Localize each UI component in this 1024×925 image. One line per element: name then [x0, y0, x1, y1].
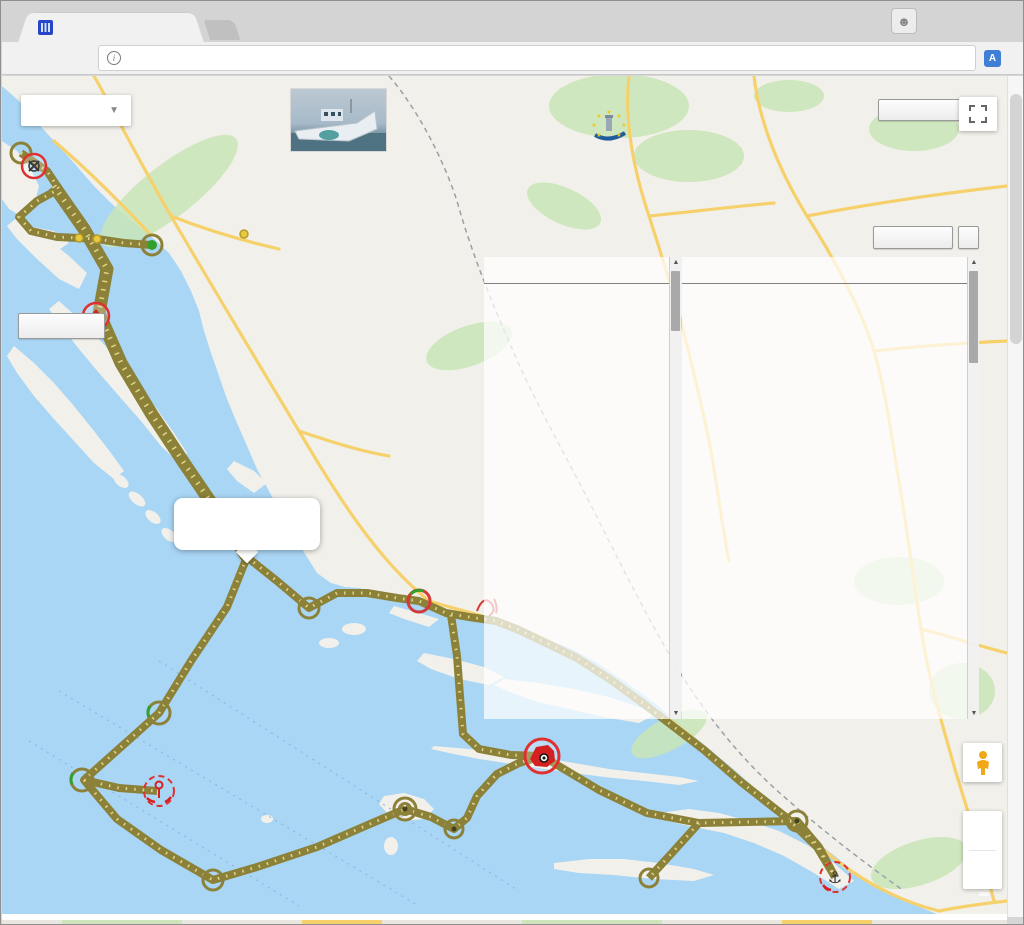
map-data-attribution [979, 892, 989, 896]
url-bar[interactable]: i [98, 45, 976, 71]
svg-text:★: ★ [596, 113, 601, 120]
pegman-icon [973, 750, 993, 776]
new-tab-button[interactable] [204, 20, 240, 40]
trip-table-dates-panel [484, 257, 681, 719]
speed-infowindow [174, 498, 320, 550]
browser-toolbar: i A [2, 42, 1023, 75]
vessel-position-marker[interactable] [525, 739, 559, 773]
favicon [38, 20, 53, 35]
fullscreen-icon [969, 105, 987, 123]
trip-table-stats-panel [682, 257, 979, 719]
table-scrollbar-right[interactable]: ▲ ▼ [967, 257, 979, 719]
scroll-up-icon[interactable]: ▲ [670, 259, 682, 266]
browser-window: ☻ i A [0, 0, 1024, 925]
zoom-in-button[interactable] [963, 811, 1002, 850]
svg-text:★: ★ [591, 122, 596, 129]
page-info-icon[interactable]: i [107, 51, 121, 65]
scroll-down-icon[interactable]: ▼ [968, 710, 980, 717]
titlebar: ☻ [2, 2, 1023, 42]
hide-details-button[interactable] [873, 226, 953, 249]
scroll-up-icon[interactable]: ▲ [968, 259, 980, 266]
legend-button[interactable] [18, 313, 105, 339]
zoom-out-button[interactable] [963, 851, 1002, 890]
zoom-control [963, 811, 1002, 889]
eurofleets-logo: ★★★ ★★★★ [589, 109, 764, 147]
street-view-pegman[interactable] [963, 743, 1002, 782]
scroll-down-icon[interactable]: ▼ [670, 710, 682, 717]
svg-text:⚓: ⚓ [828, 870, 842, 887]
cut-content-strip [2, 920, 1007, 925]
svg-text:★: ★ [596, 132, 601, 139]
svg-text:★: ★ [616, 113, 621, 120]
translate-icon[interactable]: A [984, 50, 1001, 67]
profile-avatar-icon[interactable]: ☻ [891, 8, 917, 34]
event-marker-pag[interactable] [22, 154, 46, 178]
tab-close-icon[interactable] [176, 26, 184, 30]
svg-text:★: ★ [621, 122, 626, 129]
chevron-down-icon: ▼ [109, 105, 119, 116]
fullscreen-button[interactable] [959, 97, 997, 131]
table-scrollbar-left[interactable]: ▲ ▼ [669, 257, 681, 719]
table-header-right [682, 257, 979, 283]
vessel-photo [290, 88, 387, 152]
browser-tab[interactable] [30, 13, 192, 42]
svg-text:★: ★ [606, 109, 611, 116]
eurofleets-emblem-icon: ★★★ ★★★★ [589, 109, 629, 147]
close-details-button[interactable] [958, 226, 979, 249]
page-scrollbar[interactable] [1007, 76, 1024, 917]
table-header-left [484, 257, 681, 283]
svg-text:★: ★ [616, 132, 621, 139]
map-type-dropdown[interactable]: ▼ [21, 95, 131, 126]
